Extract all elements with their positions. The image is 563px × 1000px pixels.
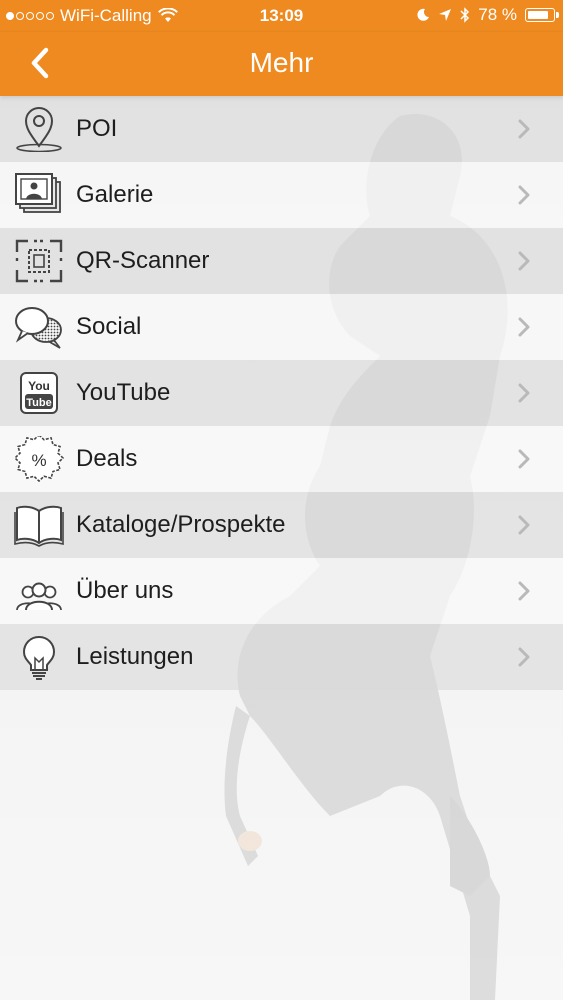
location-arrow-icon bbox=[439, 9, 452, 21]
menu-item-label: QR-Scanner bbox=[76, 247, 210, 274]
svg-text:%: % bbox=[31, 451, 46, 470]
bluetooth-icon bbox=[460, 7, 470, 23]
menu-item-qr-scanner[interactable]: QR-Scanner bbox=[0, 228, 563, 294]
chevron-right-icon bbox=[518, 449, 530, 469]
open-book-icon bbox=[14, 505, 64, 547]
menu-item-youtube[interactable]: You Tube YouTube bbox=[0, 360, 563, 426]
svg-text:You: You bbox=[28, 379, 50, 393]
map-pin-icon bbox=[16, 107, 62, 152]
menu-item-label: Kataloge/Prospekte bbox=[76, 511, 286, 538]
chevron-right-icon bbox=[518, 383, 530, 403]
percent-badge-icon: % bbox=[14, 436, 64, 482]
chevron-right-icon bbox=[518, 119, 530, 139]
chevron-right-icon bbox=[518, 251, 530, 271]
lightbulb-icon bbox=[22, 635, 56, 680]
page-title: Mehr bbox=[249, 47, 314, 78]
menu-item-galerie[interactable]: Galerie bbox=[0, 162, 563, 228]
people-group-icon bbox=[16, 582, 62, 611]
menu-item-ueber-uns[interactable]: Über uns bbox=[0, 558, 563, 624]
menu-item-label: POI bbox=[76, 115, 118, 142]
screen: WiFi-Calling 13:09 78 % Mehr POI Galerie… bbox=[0, 0, 563, 1000]
menu-item-kataloge[interactable]: Kataloge/Prospekte bbox=[0, 492, 563, 558]
chevron-right-icon bbox=[518, 515, 530, 535]
status-bar: WiFi-Calling 13:09 78 % bbox=[0, 0, 563, 32]
chevron-right-icon bbox=[518, 185, 530, 205]
menu-item-label: Galerie bbox=[76, 181, 154, 208]
photo-gallery-icon bbox=[15, 173, 61, 213]
battery-icon bbox=[525, 8, 559, 22]
menu-item-label: Deals bbox=[76, 445, 138, 472]
menu-item-poi[interactable]: POI bbox=[0, 96, 563, 162]
chevron-right-icon bbox=[518, 647, 530, 667]
status-bar-right: 78 % bbox=[416, 5, 559, 25]
menu-item-label: YouTube bbox=[76, 379, 171, 406]
speech-bubbles-icon bbox=[15, 307, 62, 349]
menu-item-label: Social bbox=[76, 313, 142, 340]
menu-item-social[interactable]: Social bbox=[0, 294, 563, 360]
menu-item-label: Über uns bbox=[76, 577, 174, 604]
menu-item-deals[interactable]: % Deals bbox=[0, 426, 563, 492]
navigation-bar: Mehr bbox=[0, 32, 563, 96]
moon-icon bbox=[417, 8, 430, 21]
battery-percent: 78 % bbox=[478, 5, 517, 24]
menu-item-leistungen[interactable]: Leistungen bbox=[0, 624, 563, 690]
qr-scanner-icon bbox=[15, 239, 63, 283]
chevron-right-icon bbox=[518, 581, 530, 601]
menu-item-label: Leistungen bbox=[76, 643, 194, 670]
youtube-icon: You Tube bbox=[20, 372, 58, 414]
svg-text:Tube: Tube bbox=[26, 397, 51, 409]
chevron-right-icon bbox=[518, 317, 530, 337]
menu-list: POI Galerie QR-Scanner Social You Tube Y… bbox=[0, 96, 563, 690]
